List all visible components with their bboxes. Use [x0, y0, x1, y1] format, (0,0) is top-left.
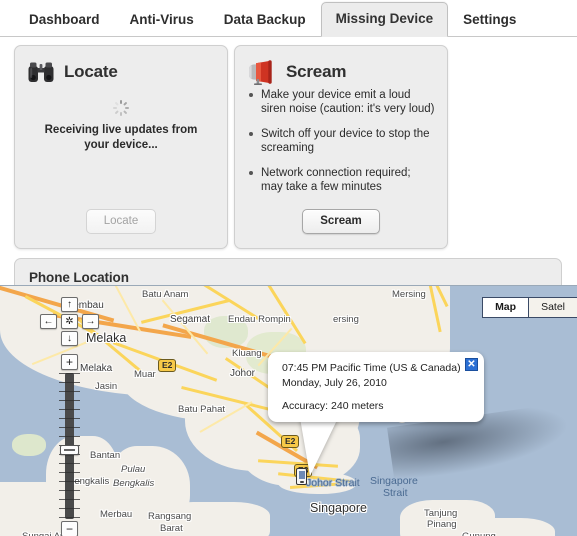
tab-anti-virus[interactable]: Anti-Virus	[115, 3, 209, 36]
map-label: Batu Anam	[142, 289, 189, 300]
zoom-slider-thumb[interactable]	[60, 445, 79, 455]
map-label: Rangsang	[148, 511, 192, 522]
locate-card-body: Receiving live updates from your device.…	[15, 86, 227, 153]
locate-button[interactable]: Locate	[85, 209, 157, 234]
locate-card-header: Locate	[15, 46, 227, 86]
scream-card-title: Scream	[286, 61, 347, 81]
pan-down-icon[interactable]: ↓	[61, 331, 78, 346]
megaphone-icon	[249, 59, 272, 85]
pan-right-icon[interactable]: →	[82, 314, 99, 329]
map-label: Melaka	[86, 331, 127, 345]
map-label: Singapore	[310, 501, 367, 515]
app-root: Dashboard Anti-Virus Data Backup Missing…	[0, 0, 577, 536]
info-bubble-accuracy: Accuracy: 240 meters	[282, 400, 384, 412]
binoculars-icon	[28, 62, 54, 82]
map-label: Bengkalis	[113, 478, 155, 489]
map-label: Pulau	[121, 464, 146, 475]
center-map-icon[interactable]: ✲	[61, 314, 78, 329]
map-type-switcher: Map Satel	[482, 297, 577, 318]
info-bubble-date: Monday, July 26, 2010	[282, 376, 387, 389]
map-label: Mersing	[392, 289, 426, 300]
highway-shield-icon: E2	[158, 359, 177, 372]
phone-location-title: Phone Location	[29, 270, 129, 285]
map-label: Strait	[383, 487, 408, 499]
map-type-satellite-button[interactable]: Satel	[528, 298, 577, 317]
list-item: Network connection required; may take a …	[249, 166, 435, 194]
map-label: Endau Rompin	[228, 314, 291, 325]
map-label: Merbau	[100, 509, 133, 520]
map-label: Segamat	[170, 314, 211, 325]
loading-spinner-icon	[113, 100, 129, 116]
scream-button-container: Scream	[235, 209, 447, 234]
scream-card: Scream Make your device emit a loud sire…	[234, 45, 448, 249]
map-label: Pinang	[427, 519, 457, 530]
info-bubble-tail	[300, 418, 338, 476]
pan-left-icon[interactable]: ←	[40, 314, 57, 329]
scream-bullet-list: Make your device emit a loud siren noise…	[235, 88, 447, 194]
map-label: Batu Pahat	[178, 404, 226, 415]
list-item: Switch off your device to stop the screa…	[249, 127, 435, 155]
info-bubble-content: 07:45 PM Pacific Time (US & Canada) Mond…	[268, 352, 484, 414]
zoom-in-icon[interactable]: +	[61, 354, 78, 370]
map-label: Singapore	[370, 475, 418, 487]
map-type-map-button[interactable]: Map	[483, 298, 529, 317]
locate-status-text: Receiving live updates from your device.…	[44, 124, 198, 151]
locate-card: Locate Receiving live updates from your …	[14, 45, 228, 249]
tab-missing-device[interactable]: Missing Device	[320, 2, 449, 37]
map-label: Tanjung	[424, 508, 458, 519]
tab-dashboard[interactable]: Dashboard	[14, 3, 115, 36]
info-bubble-time: 07:45 PM Pacific Time (US & Canada)	[282, 362, 461, 374]
pan-up-icon[interactable]: ↑	[61, 297, 78, 312]
location-info-bubble: 07:45 PM Pacific Time (US & Canada) Mond…	[268, 352, 484, 422]
scream-card-header: Scream	[235, 46, 447, 86]
list-item: Make your device emit a loud siren noise…	[249, 89, 435, 115]
map-label: Kluang	[232, 348, 262, 359]
tab-settings[interactable]: Settings	[448, 3, 531, 36]
map-label: Gunung	[462, 531, 496, 536]
map-label: Melaka	[80, 363, 113, 374]
scream-button[interactable]: Scream	[302, 209, 380, 234]
highway-shield-icon: E2	[281, 435, 300, 448]
locate-button-container: Locate	[15, 209, 227, 234]
locate-card-title: Locate	[64, 61, 118, 81]
map-label: Bantan	[90, 450, 121, 461]
map-label: Muar	[134, 369, 156, 380]
map-label: Johor Strait	[306, 477, 360, 489]
main-tab-bar: Dashboard Anti-Virus Data Backup Missing…	[0, 0, 577, 37]
map-label: Barat	[160, 523, 183, 534]
zoom-out-icon[interactable]: −	[61, 521, 78, 536]
close-icon[interactable]: ✕	[465, 358, 478, 371]
tab-data-backup[interactable]: Data Backup	[209, 3, 321, 36]
map-label: Jasin	[95, 381, 118, 392]
map-label: Johor	[230, 368, 256, 379]
map-label: ersing	[333, 314, 359, 325]
